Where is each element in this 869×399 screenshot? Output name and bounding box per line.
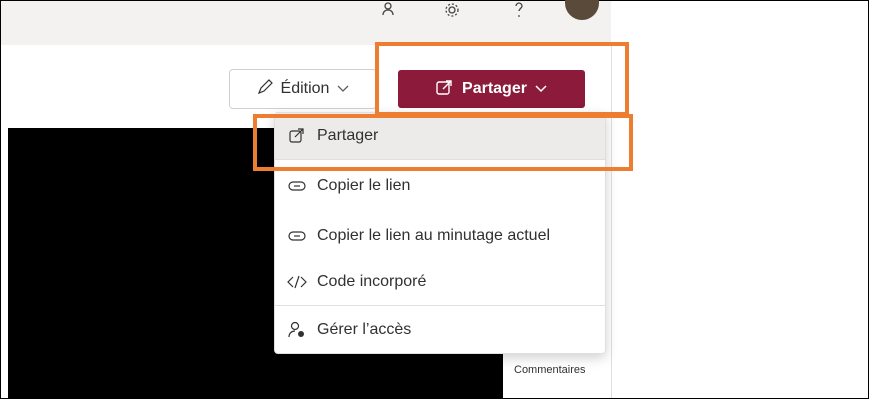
menu-item-label: Code incorporé: [317, 273, 427, 290]
top-icons: [0, 2, 610, 36]
highlight-share-menu-item: [253, 114, 633, 171]
edit-button-label: Édition: [280, 80, 330, 97]
code-icon: [287, 275, 307, 289]
menu-item-embed-code[interactable]: Code incorporé: [275, 259, 605, 305]
menu-item-label: Gérer l’accès: [317, 321, 412, 338]
menu-item-copy-link-timestamp[interactable]: Copier le lien au minutage actuel: [275, 213, 605, 259]
menu-divider: [275, 305, 605, 306]
menu-item-label: Copier le lien: [317, 177, 411, 194]
pencil-icon: [257, 78, 273, 100]
menu-item-label: Copier le lien au minutage actuel: [317, 227, 551, 244]
settings-icon[interactable]: [443, 2, 461, 23]
manage-access-icon: [287, 321, 307, 339]
menu-item-manage-access[interactable]: Gérer l’accès: [275, 307, 605, 353]
link-icon: [287, 230, 307, 242]
edit-button[interactable]: Édition: [229, 69, 377, 109]
people-icon[interactable]: [381, 0, 399, 21]
chevron-down-icon: [337, 80, 349, 98]
highlight-share-button: [375, 42, 629, 116]
link-icon: [287, 180, 307, 192]
help-icon[interactable]: [513, 2, 525, 23]
comments-label[interactable]: Commentaires: [514, 364, 586, 376]
